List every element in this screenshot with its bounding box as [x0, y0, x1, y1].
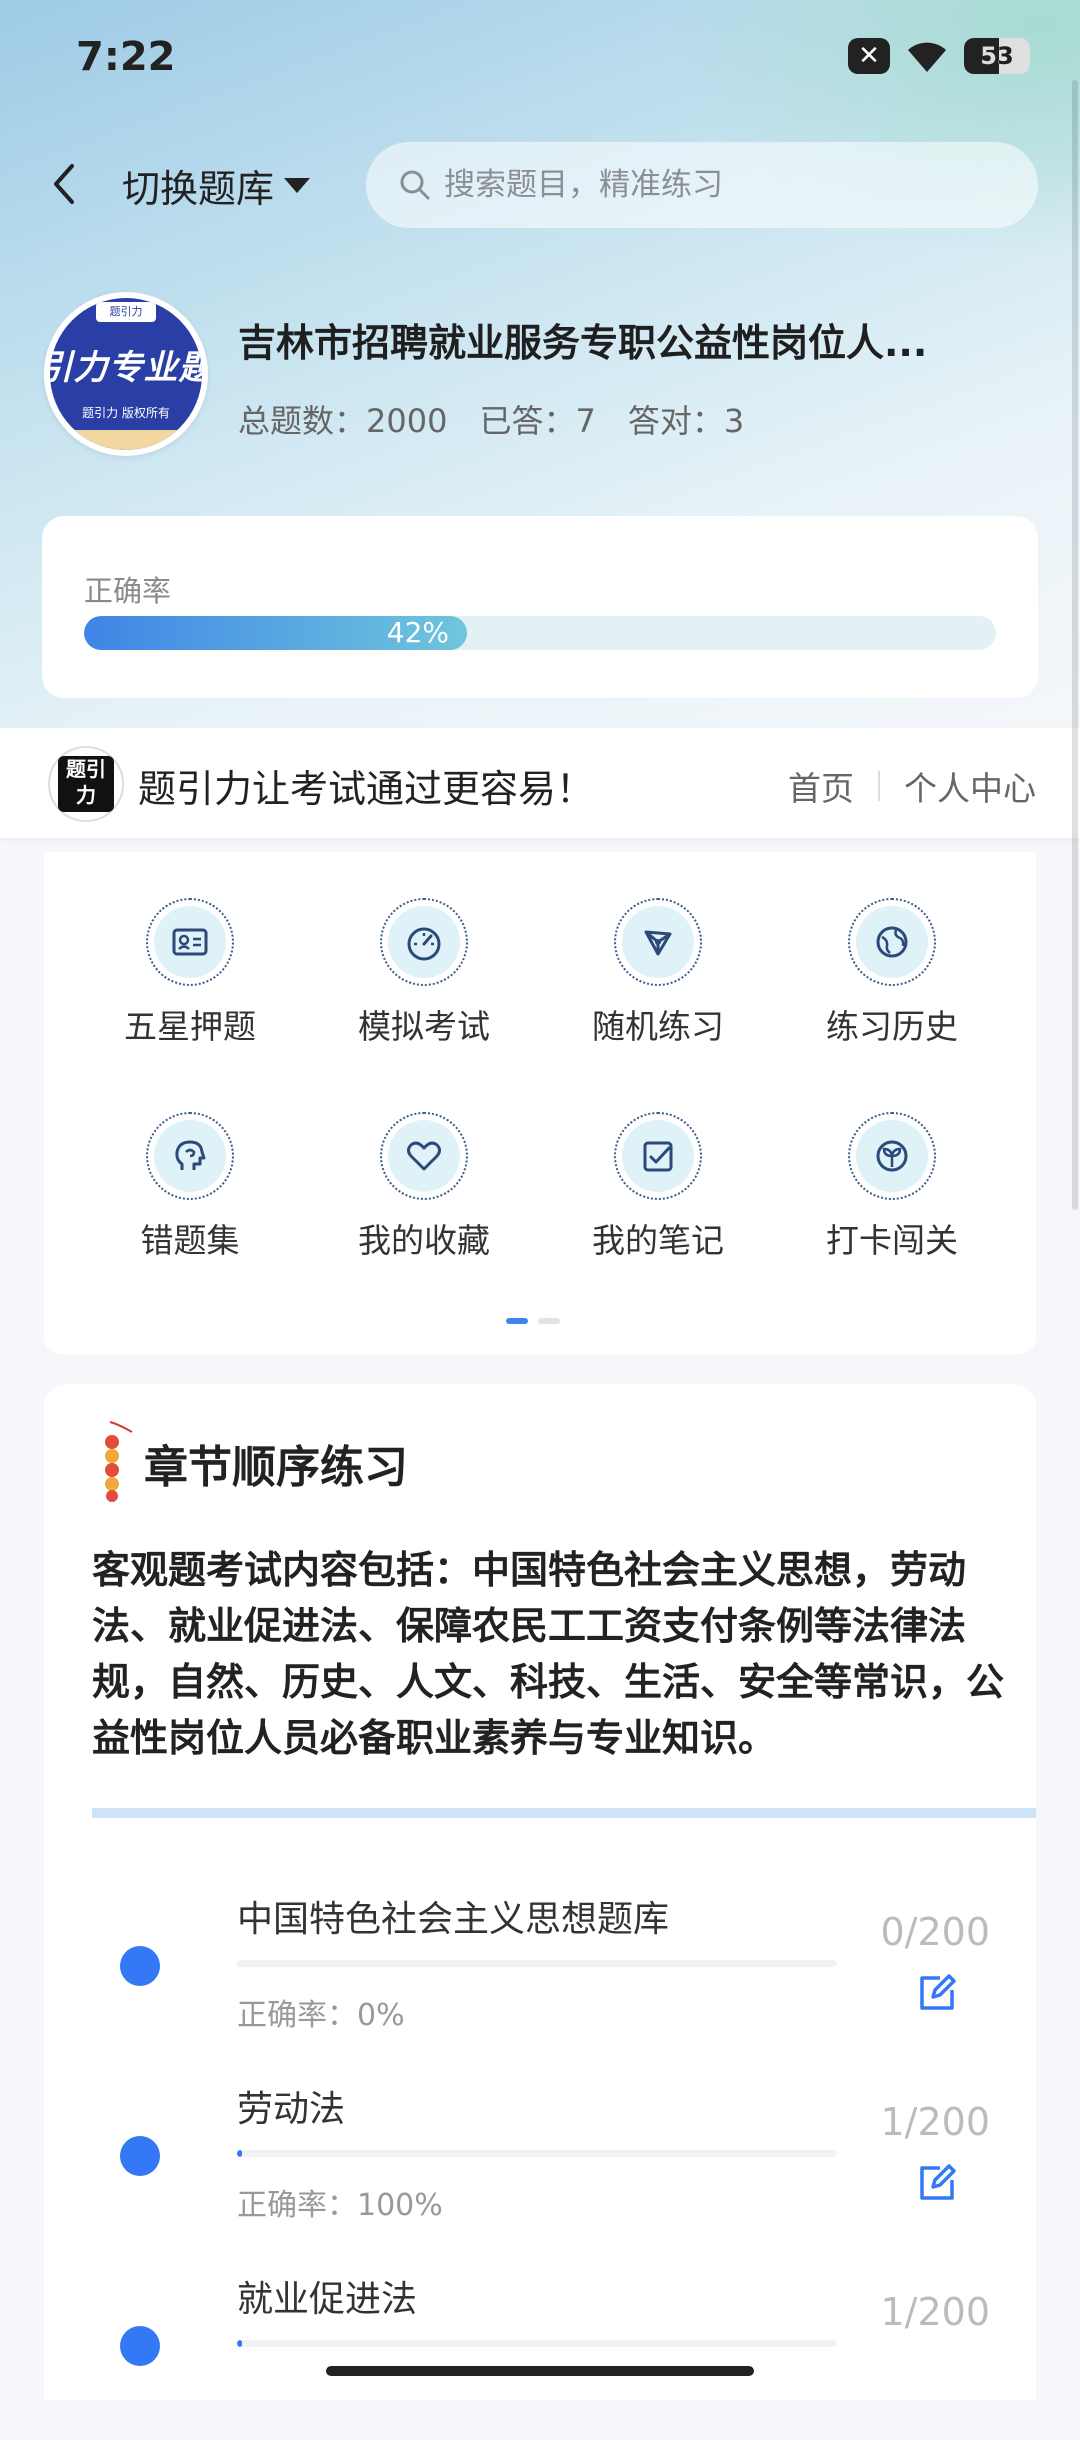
chapter-title: 章节顺序练习 — [144, 1442, 408, 1493]
chapter-progress-bar — [237, 2150, 837, 2157]
feature-grid: 五星押题 模拟考试 随机练习 练习历史 错题集 我的收藏 我的笔记 打卡闯关 — [44, 852, 1036, 1354]
chapter-item[interactable]: 中国特色社会主义思想题库 正确率：0% 0/200 — [44, 1890, 1036, 2060]
link-divider — [878, 771, 880, 801]
stat-total: 总题数：2000 — [238, 402, 448, 440]
chapter-count: 1/200 — [880, 2290, 990, 2334]
status-time: 7:22 — [76, 34, 176, 80]
battery-icon: 53 — [964, 38, 1030, 74]
logo-badge: 题引力 — [96, 302, 156, 322]
heart-icon — [380, 1112, 468, 1200]
chapter-bullet — [120, 2326, 160, 2366]
home-indicator[interactable] — [326, 2366, 754, 2376]
chapter-item[interactable]: 劳动法 正确率：100% 1/200 — [44, 2080, 1036, 2250]
notification-x-icon: ✕ — [848, 38, 890, 74]
bank-stats: 总题数：2000 已答：7 答对：3 — [238, 396, 744, 442]
grid-pager — [506, 1318, 560, 1324]
brand-logo: 题引力 — [48, 746, 124, 822]
firecracker-icon — [105, 1421, 133, 1502]
pager-dot-1[interactable] — [506, 1318, 528, 1324]
edit-icon[interactable] — [914, 2160, 960, 2206]
speedometer-icon — [380, 898, 468, 986]
back-arrow-icon — [54, 164, 74, 204]
bank-title: 吉林市招聘就业服务专职公益性岗位人... — [238, 321, 928, 365]
chapter-accuracy: 正确率：100% — [237, 2188, 443, 2223]
stat-answered: 已答：7 — [479, 402, 596, 440]
wifi-icon — [904, 38, 950, 74]
search-icon — [400, 170, 430, 200]
chapter-bullet — [120, 2136, 160, 2176]
banner-links: 首页 个人中心 — [788, 762, 1036, 810]
head-icon — [146, 1112, 234, 1200]
accuracy-value: 42% — [386, 616, 450, 649]
chapter-bullet — [120, 1946, 160, 1986]
brand-slogan: 题引力让考试通过更容易！ — [138, 767, 595, 811]
brand-banner: 题引力 题引力让考试通过更容易！ 首页 个人中心 — [0, 728, 1080, 838]
search-input[interactable] — [442, 166, 1006, 204]
chapter-name: 就业促进法 — [237, 2279, 418, 2320]
feature-practice-history[interactable]: 练习历史 — [782, 898, 1002, 1048]
feature-check-in[interactable]: 打卡闯关 — [782, 1112, 1002, 1262]
chapter-header: 章节顺序练习 — [92, 1420, 408, 1506]
feature-favorites[interactable]: 我的收藏 — [314, 1112, 534, 1262]
feature-notes[interactable]: 我的笔记 — [548, 1112, 768, 1262]
sprout-icon — [848, 1112, 936, 1200]
profile-link[interactable]: 个人中心 — [904, 762, 1036, 810]
home-link[interactable]: 首页 — [788, 762, 854, 810]
globe-icon — [848, 898, 936, 986]
chapter-practice-card: 章节顺序练习 客观题考试内容包括：中国特色社会主义思想，劳动法、就业促进法、保障… — [44, 1384, 1036, 2400]
stat-correct: 答对：3 — [627, 402, 745, 440]
accuracy-label: 正确率 — [84, 574, 172, 608]
feature-random-practice[interactable]: 随机练习 — [548, 898, 768, 1048]
chapter-name: 劳动法 — [237, 2089, 346, 2130]
logo-text: 引力专业题 — [50, 348, 202, 388]
switch-bank-dropdown[interactable]: 切换题库 — [122, 158, 311, 213]
caret-down-icon — [284, 178, 311, 193]
id-card-icon — [146, 898, 234, 986]
chapter-item[interactable]: 就业促进法 1/200 — [44, 2270, 1036, 2440]
chapter-progress-bar — [237, 2340, 837, 2347]
feature-wrong-questions[interactable]: 错题集 — [80, 1112, 300, 1262]
switch-bank-label: 切换题库 — [122, 167, 275, 211]
status-bar: 7:22 ✕ 53 — [0, 0, 1080, 120]
search-bar[interactable] — [366, 142, 1038, 228]
pager-dot-2[interactable] — [538, 1318, 560, 1324]
chapter-count: 0/200 — [880, 1910, 990, 1954]
feature-mock-exam[interactable]: 模拟考试 — [314, 898, 534, 1048]
note-check-icon — [614, 1112, 702, 1200]
scrollbar[interactable] — [1072, 80, 1078, 1210]
status-icons: ✕ 53 — [848, 38, 1030, 74]
edit-icon[interactable] — [914, 1970, 960, 2016]
feature-five-star[interactable]: 五星押题 — [80, 898, 300, 1048]
network-icon — [614, 898, 702, 986]
back-button[interactable] — [44, 158, 84, 210]
bank-logo: 题引力 引力专业题 题引力 版权所有 — [44, 292, 208, 456]
chapter-count: 1/200 — [880, 2100, 990, 2144]
chapter-accuracy: 正确率：0% — [237, 1998, 405, 2033]
chapter-name: 中国特色社会主义思想题库 — [237, 1899, 670, 1940]
chapter-description: 客观题考试内容包括：中国特色社会主义思想，劳动法、就业促进法、保障农民工工资支付… — [92, 1548, 1005, 1760]
accuracy-progress-bar: 42% — [84, 616, 996, 650]
chapter-progress-bar — [237, 1960, 837, 1967]
battery-level: 53 — [980, 42, 1014, 70]
logo-subtext: 题引力 版权所有 — [82, 406, 170, 420]
accuracy-card: 正确率 42% — [42, 516, 1038, 698]
